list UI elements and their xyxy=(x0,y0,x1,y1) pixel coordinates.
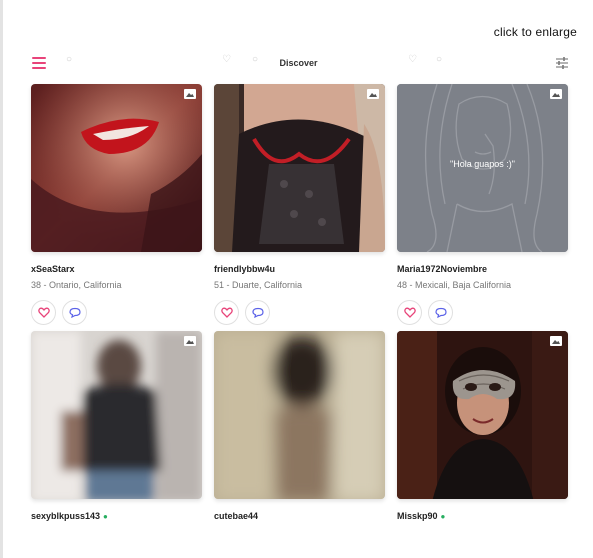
gallery-icon xyxy=(550,89,562,99)
like-button[interactable] xyxy=(397,300,422,325)
profile-photo[interactable]: "Hola guapos :)" xyxy=(397,84,568,252)
profile-card: "Hola guapos :)" Maria1972Noviembre 48 -… xyxy=(397,84,568,325)
username[interactable]: cutebae44 xyxy=(214,511,385,522)
gallery-icon xyxy=(550,336,562,346)
photo-image xyxy=(214,331,385,499)
profile-photo[interactable] xyxy=(214,84,385,252)
username[interactable]: friendlybbw4u xyxy=(214,264,385,275)
profile-card: Misskp90 ● xyxy=(397,331,568,522)
chat-button[interactable] xyxy=(428,300,453,325)
app-header: ○ ♡ ○ Discover ♡ ○ xyxy=(24,52,573,76)
profile-card: cutebae44 xyxy=(214,331,385,522)
page-title: Discover xyxy=(279,58,318,68)
gallery-icon xyxy=(367,89,379,99)
username[interactable]: xSeaStarx xyxy=(31,264,202,275)
heart-icon xyxy=(403,307,416,318)
username[interactable]: Misskp90 xyxy=(397,511,438,521)
chat-bubble-icon xyxy=(434,307,447,318)
chat-button[interactable] xyxy=(62,300,87,325)
username-row[interactable]: sexyblkpuss143 ● xyxy=(31,511,202,522)
faded-icon: ○ xyxy=(436,54,443,65)
faded-icon: ♡ xyxy=(408,54,417,65)
click-to-enlarge-link[interactable]: click to enlarge xyxy=(494,25,577,39)
age-location: 38 - Ontario, California xyxy=(31,280,122,290)
chat-button[interactable] xyxy=(245,300,270,325)
left-border xyxy=(0,0,3,558)
profile-photo[interactable] xyxy=(31,331,202,499)
profile-card: sexyblkpuss143 ● xyxy=(31,331,202,522)
photo-image xyxy=(397,331,568,499)
username[interactable]: Maria1972Noviembre xyxy=(397,264,568,275)
chat-bubble-icon xyxy=(68,307,81,318)
photo-image xyxy=(31,331,202,499)
profile-photo[interactable] xyxy=(31,84,202,252)
chat-bubble-icon xyxy=(251,307,264,318)
gallery-icon xyxy=(184,89,196,99)
username[interactable]: sexyblkpuss143 xyxy=(31,511,100,521)
profile-photo[interactable] xyxy=(397,331,568,499)
online-indicator: ● xyxy=(103,512,108,521)
heart-icon xyxy=(220,307,233,318)
profile-card: friendlybbw4u 51 - Duarte, California xyxy=(214,84,385,325)
filter-sliders-icon[interactable] xyxy=(555,56,569,70)
like-button[interactable] xyxy=(31,300,56,325)
photo-image xyxy=(31,84,202,252)
age-location: 48 - Mexicali, Baja California xyxy=(397,280,512,290)
heart-icon xyxy=(37,307,50,318)
age-location: 51 - Duarte, California xyxy=(214,280,303,290)
online-indicator: ● xyxy=(440,512,446,521)
photo-image xyxy=(214,84,385,252)
photo-caption: "Hola guapos :)" xyxy=(450,159,515,169)
gallery-icon xyxy=(184,336,196,346)
profile-card: xSeaStarx 38 - Ontario, California xyxy=(31,84,202,325)
username-row[interactable]: Misskp90 ● xyxy=(397,511,568,522)
profile-photo[interactable] xyxy=(214,331,385,499)
like-button[interactable] xyxy=(214,300,239,325)
